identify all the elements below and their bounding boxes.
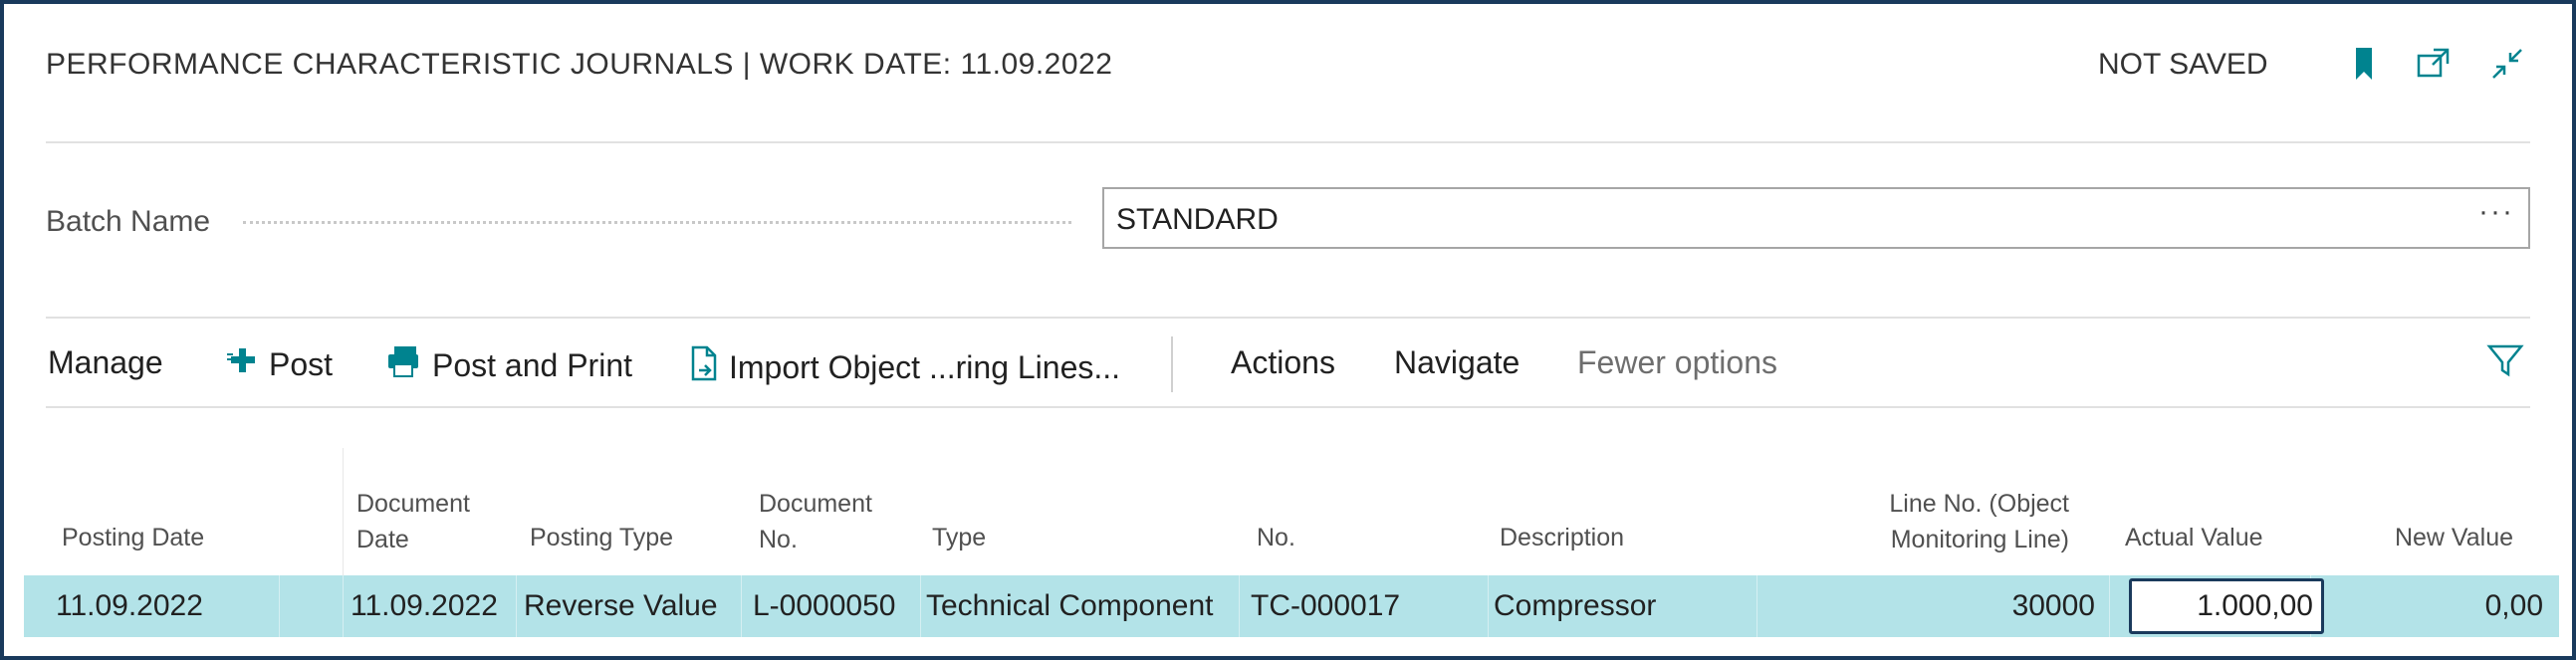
save-status: NOT SAVED [2098,48,2268,81]
label-leader-dots [243,221,1071,224]
open-new-window-icon[interactable] [2414,44,2454,84]
col-description[interactable]: Description [1500,520,1624,555]
header-divider [46,141,2530,143]
filter-icon[interactable] [2485,340,2533,380]
cell-new-value[interactable]: 0,00 [2314,575,2543,637]
batch-name-label: Batch Name [46,205,211,238]
cell-divider [1488,575,1489,637]
toolbar-separator [1171,336,1173,392]
toolbar-bottom-divider [46,406,2530,408]
cell-no[interactable]: TC-000017 [1251,575,1400,637]
actual-value-input[interactable]: 1.000,00 [2129,578,2324,634]
col-document-no-line1[interactable]: Document [759,486,872,522]
actions-label: Actions [1231,344,1335,380]
post-and-print-label: Post and Print [432,346,632,383]
fewer-options-button[interactable]: Fewer options [1577,344,1777,381]
toolbar-top-divider [46,317,2530,319]
cell-line-no[interactable]: 30000 [1820,575,2095,637]
post-button[interactable]: Post [225,344,333,384]
col-new-value[interactable]: New Value [2314,520,2513,555]
fewer-options-label: Fewer options [1577,344,1777,380]
cell-divider [741,575,742,637]
cell-document-no[interactable]: L-0000050 [753,575,895,637]
col-actual-value[interactable]: Actual Value [2125,520,2263,555]
post-icon [225,344,269,384]
action-bar: Manage Post Post and Print Import Object… [4,323,2572,406]
import-lines-label: Import Object ...ring Lines... [729,348,1121,385]
collapse-icon[interactable] [2487,44,2527,84]
cell-divider [343,575,344,637]
cell-divider [2109,575,2110,637]
navigate-menu[interactable]: Navigate [1394,344,1520,381]
cell-posting-type[interactable]: Reverse Value [524,575,718,637]
cell-document-date[interactable]: 11.09.2022 [351,575,498,637]
col-document-date-line1[interactable]: Document [356,486,470,522]
post-and-print-button[interactable]: Post and Print [384,344,632,386]
batch-name-field[interactable]: STANDARD ··· [1102,187,2530,249]
cell-type[interactable]: Technical Component [926,575,1214,637]
bookmark-icon[interactable] [2344,44,2384,84]
col-no[interactable]: No. [1257,520,1295,555]
batch-name-value: STANDARD [1116,203,1279,236]
page-title: PERFORMANCE CHARACTERISTIC JOURNALS | WO… [46,48,1113,81]
cell-divider [279,575,280,637]
col-line-no-line1[interactable]: Line No. (Object [1826,486,2069,522]
page-header: PERFORMANCE CHARACTERISTIC JOURNALS | WO… [4,4,2572,133]
manage-menu[interactable]: Manage [48,344,163,381]
import-lines-button[interactable]: Import Object ...ring Lines... [687,344,1120,390]
cell-posting-date[interactable]: 11.09.2022 [56,575,203,637]
cell-divider [1756,575,1757,637]
journal-window: PERFORMANCE CHARACTERISTIC JOURNALS | WO… [0,0,2576,660]
col-line-no-line2[interactable]: Monitoring Line) [1826,522,2069,557]
cell-divider [1239,575,1240,637]
table-row[interactable]: 11.09.2022 11.09.2022 Reverse Value L-00… [24,575,2559,637]
more-options-icon[interactable]: ··· [2478,195,2514,229]
post-label: Post [269,345,334,382]
cell-divider [920,575,921,637]
cell-divider [516,575,517,637]
col-document-date-line2[interactable]: Date [356,522,409,557]
col-posting-date[interactable]: Posting Date [62,520,204,555]
manage-label: Manage [48,344,163,380]
cell-description[interactable]: Compressor [1494,575,1656,637]
col-type[interactable]: Type [932,520,986,555]
col-document-no-line2[interactable]: No. [759,522,798,557]
actions-menu[interactable]: Actions [1231,344,1335,381]
printer-icon [384,344,432,386]
import-document-icon [687,344,729,390]
col-posting-type[interactable]: Posting Type [530,520,673,555]
navigate-label: Navigate [1394,344,1521,380]
